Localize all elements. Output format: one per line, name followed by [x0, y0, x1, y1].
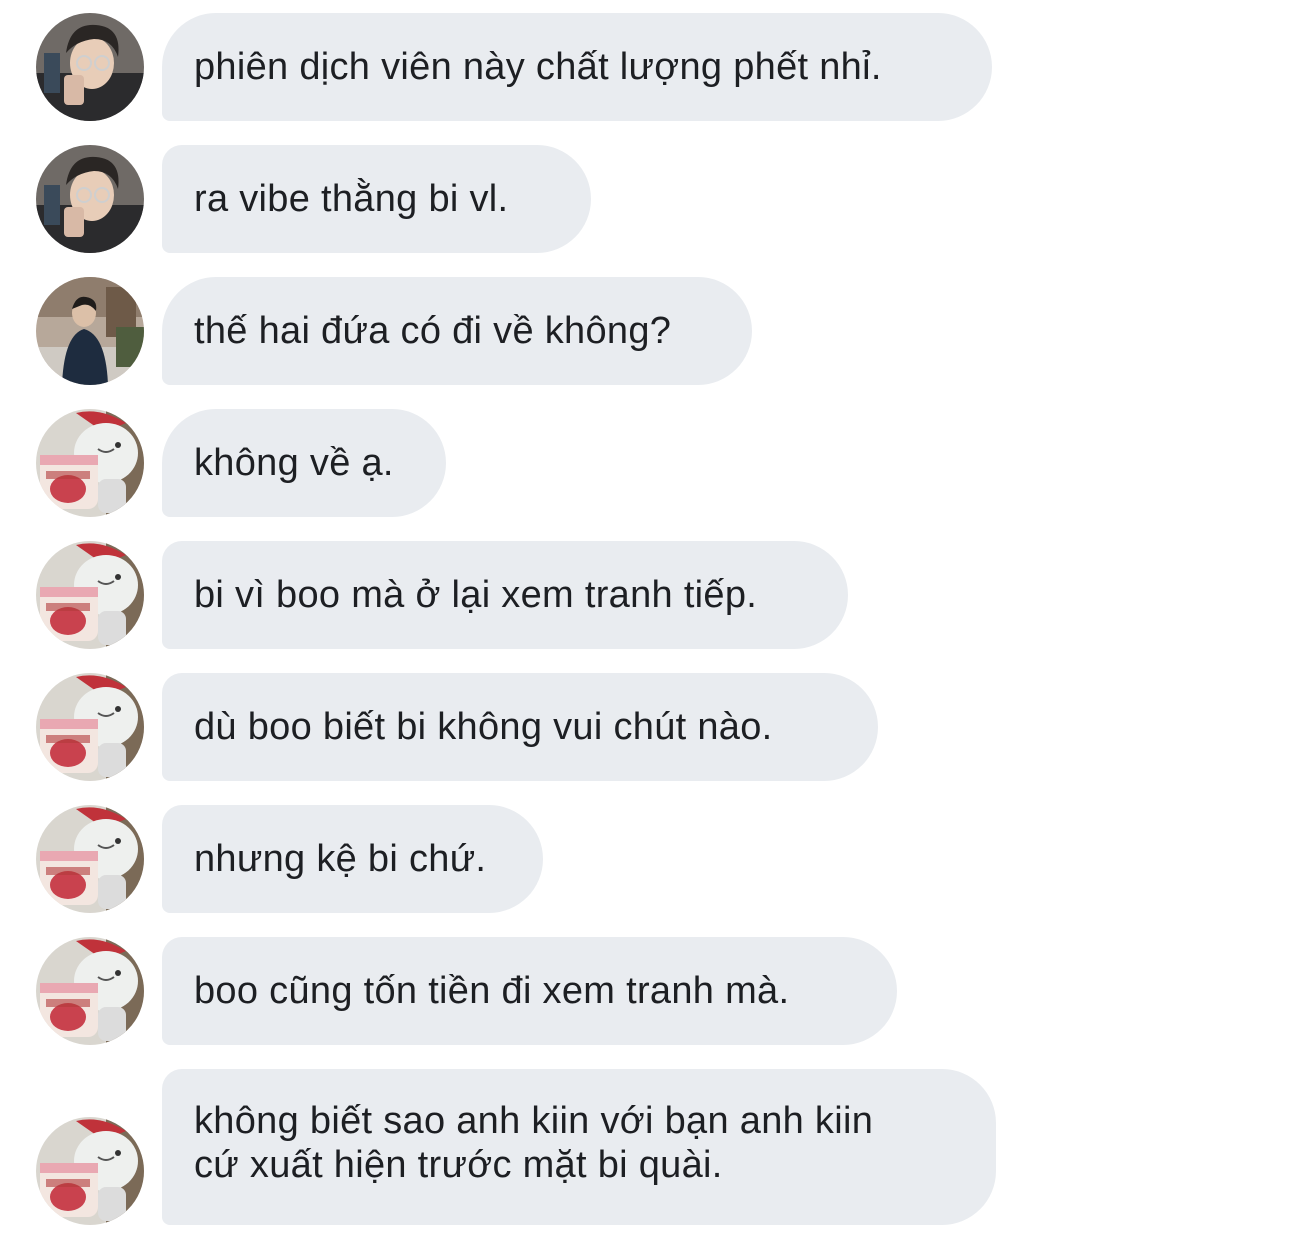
- bear-icecream-avatar[interactable]: [36, 673, 144, 781]
- message-text: nhưng kệ bi chứ.: [194, 838, 487, 880]
- message-text: bi vì boo mà ở lại xem tranh tiếp.: [194, 574, 758, 616]
- bear-icecream-avatar[interactable]: [36, 409, 144, 517]
- message-bubble[interactable]: bi vì boo mà ở lại xem tranh tiếp.: [162, 541, 848, 649]
- message-text: dù boo biết bi không vui chút nào.: [194, 706, 773, 748]
- guy-with-glasses-avatar[interactable]: [36, 145, 144, 253]
- message-row: ra vibe thằng bi vl.: [0, 145, 1290, 253]
- chat-thread: phiên dịch viên này chất lượng phết nhỉ.…: [0, 0, 1290, 1238]
- message-bubble[interactable]: boo cũng tốn tiền đi xem tranh mà.: [162, 937, 897, 1045]
- message-row: boo cũng tốn tiền đi xem tranh mà.: [0, 937, 1290, 1045]
- message-row: không về ạ.: [0, 409, 1290, 517]
- guy-with-glasses-avatar[interactable]: [36, 13, 144, 121]
- message-row: không biết sao anh kiin với bạn anh kiin…: [0, 1069, 1290, 1225]
- message-row: dù boo biết bi không vui chút nào.: [0, 673, 1290, 781]
- message-bubble[interactable]: nhưng kệ bi chứ.: [162, 805, 543, 913]
- message-bubble[interactable]: không về ạ.: [162, 409, 446, 517]
- bear-icecream-avatar[interactable]: [36, 805, 144, 913]
- guy-in-street-avatar[interactable]: [36, 277, 144, 385]
- message-row: phiên dịch viên này chất lượng phết nhỉ.: [0, 13, 1290, 121]
- message-row: thế hai đứa có đi về không?: [0, 277, 1290, 385]
- message-text: boo cũng tốn tiền đi xem tranh mà.: [194, 970, 790, 1012]
- message-bubble[interactable]: thế hai đứa có đi về không?: [162, 277, 752, 385]
- message-text: không về ạ.: [194, 442, 394, 484]
- message-text: không biết sao anh kiin với bạn anh kiin…: [194, 1100, 874, 1186]
- message-row: nhưng kệ bi chứ.: [0, 805, 1290, 913]
- message-text: thế hai đứa có đi về không?: [194, 310, 672, 352]
- message-bubble[interactable]: không biết sao anh kiin với bạn anh kiin…: [162, 1069, 996, 1225]
- message-text: ra vibe thằng bi vl.: [194, 178, 509, 220]
- message-bubble[interactable]: phiên dịch viên này chất lượng phết nhỉ.: [162, 13, 992, 121]
- bear-icecream-avatar[interactable]: [36, 1117, 144, 1225]
- message-bubble[interactable]: dù boo biết bi không vui chút nào.: [162, 673, 878, 781]
- message-bubble[interactable]: ra vibe thằng bi vl.: [162, 145, 591, 253]
- message-text: phiên dịch viên này chất lượng phết nhỉ.: [194, 46, 882, 88]
- bear-icecream-avatar[interactable]: [36, 937, 144, 1045]
- bear-icecream-avatar[interactable]: [36, 541, 144, 649]
- message-row: bi vì boo mà ở lại xem tranh tiếp.: [0, 541, 1290, 649]
